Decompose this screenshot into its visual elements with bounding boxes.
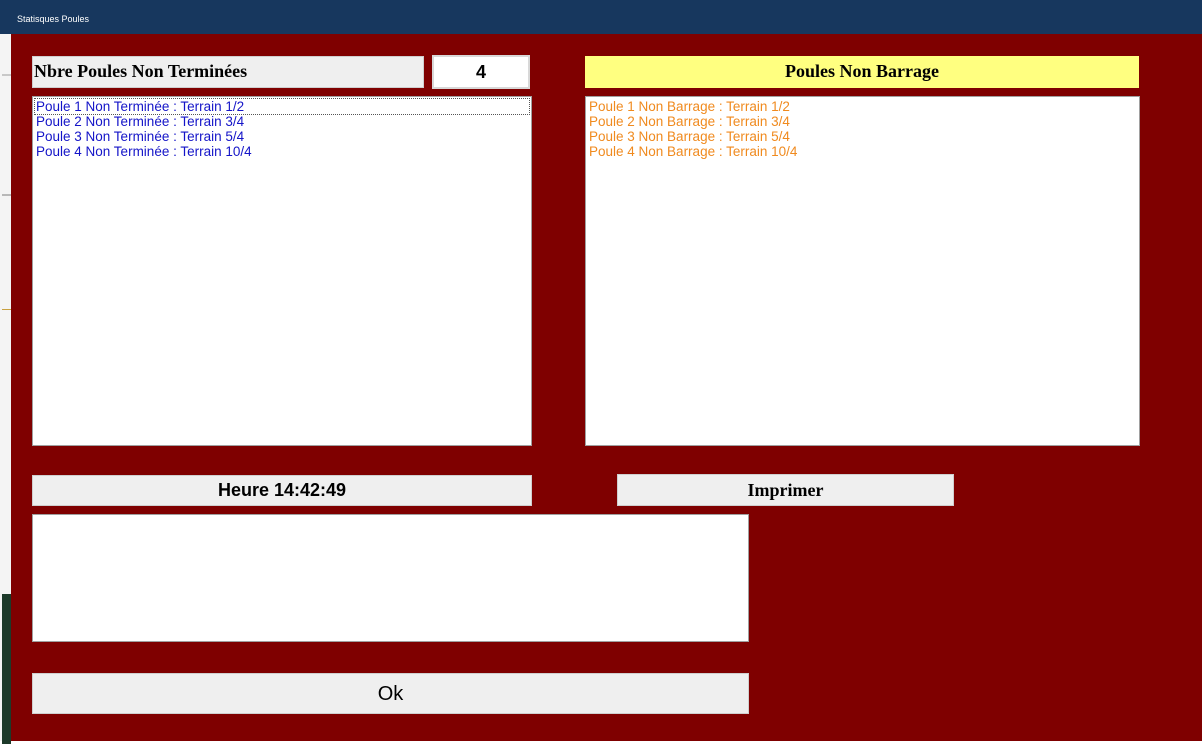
ok-button[interactable]: Ok [32, 673, 749, 714]
window-titlebar: Statisques Poules [0, 0, 1202, 34]
non-barrage-listbox[interactable]: Poule 1 Non Barrage : Terrain 1/2 Poule … [585, 96, 1140, 446]
non-terminees-count-label: Nbre Poules Non Terminées [32, 56, 424, 88]
statistics-form: Nbre Poules Non Terminées 4 Poules Non B… [11, 34, 1202, 741]
list-item[interactable]: Poule 3 Non Terminée : Terrain 5/4 [35, 129, 529, 144]
non-terminees-listbox[interactable]: Poule 1 Non Terminée : Terrain 1/2 Poule… [32, 96, 532, 446]
background-mark [2, 309, 11, 310]
list-item[interactable]: Poule 1 Non Barrage : Terrain 1/2 [588, 99, 1137, 114]
non-terminees-count-field[interactable]: 4 [432, 55, 530, 89]
background-window-edge [0, 34, 11, 744]
list-item[interactable]: Poule 2 Non Terminée : Terrain 3/4 [35, 114, 529, 129]
memo-textarea[interactable] [32, 514, 749, 642]
list-item[interactable]: Poule 1 Non Terminée : Terrain 1/2 [34, 98, 530, 115]
background-mark [2, 194, 11, 196]
list-item[interactable]: Poule 4 Non Barrage : Terrain 10/4 [588, 144, 1137, 159]
window-title: Statisques Poules [17, 14, 90, 24]
list-item[interactable]: Poule 2 Non Barrage : Terrain 3/4 [588, 114, 1137, 129]
list-item[interactable]: Poule 4 Non Terminée : Terrain 10/4 [35, 144, 529, 159]
list-item[interactable]: Poule 3 Non Barrage : Terrain 5/4 [588, 129, 1137, 144]
imprimer-button[interactable]: Imprimer [617, 474, 954, 506]
non-barrage-header: Poules Non Barrage [585, 56, 1139, 88]
background-mark [2, 74, 11, 76]
background-mark [2, 594, 11, 744]
heure-display: Heure 14:42:49 [32, 475, 532, 506]
